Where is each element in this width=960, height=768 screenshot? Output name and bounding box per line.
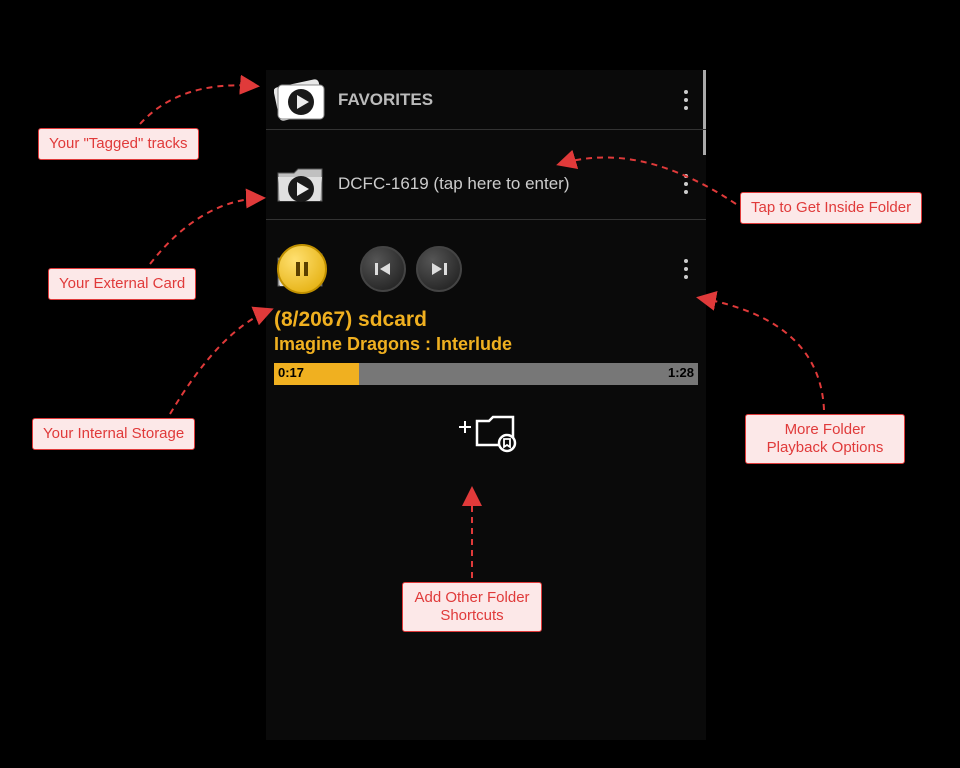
folder-icon bbox=[274, 159, 328, 209]
phone-screen: FAVORITES DCFC-1619 (tap here to enter) bbox=[266, 70, 706, 740]
track-info: (8/2067) sdcard Imagine Dragons : Interl… bbox=[266, 302, 706, 357]
folder-row[interactable]: DCFC-1619 (tap here to enter) bbox=[266, 148, 706, 220]
favorites-menu-button[interactable] bbox=[674, 80, 698, 120]
player-row bbox=[266, 236, 706, 302]
callout-add: Add Other Folder Shortcuts bbox=[402, 582, 542, 632]
pause-button[interactable] bbox=[277, 244, 327, 294]
track-title: Imagine Dragons : Interlude bbox=[274, 334, 698, 355]
favorites-icon bbox=[274, 75, 328, 125]
callout-more: More Folder Playback Options bbox=[745, 414, 905, 464]
player-menu-button[interactable] bbox=[674, 249, 698, 289]
track-counter: (8/2067) sdcard bbox=[274, 308, 698, 332]
add-folder-button[interactable] bbox=[266, 407, 706, 462]
prev-track-button[interactable] bbox=[360, 246, 406, 292]
player-folder-icon bbox=[274, 244, 328, 294]
progress-bar[interactable]: 0:17 1:28 bbox=[274, 363, 698, 385]
favorites-row[interactable]: FAVORITES bbox=[266, 70, 706, 130]
time-elapsed: 0:17 bbox=[278, 365, 304, 380]
callout-external: Your External Card bbox=[48, 268, 196, 300]
next-track-button[interactable] bbox=[416, 246, 462, 292]
time-total: 1:28 bbox=[668, 365, 694, 380]
folder-menu-button[interactable] bbox=[674, 164, 698, 204]
callout-inside: Tap to Get Inside Folder bbox=[740, 192, 922, 224]
folder-label: DCFC-1619 (tap here to enter) bbox=[338, 174, 674, 194]
callout-internal: Your Internal Storage bbox=[32, 418, 195, 450]
callout-tagged: Your "Tagged" tracks bbox=[38, 128, 199, 160]
favorites-label: FAVORITES bbox=[338, 90, 674, 110]
